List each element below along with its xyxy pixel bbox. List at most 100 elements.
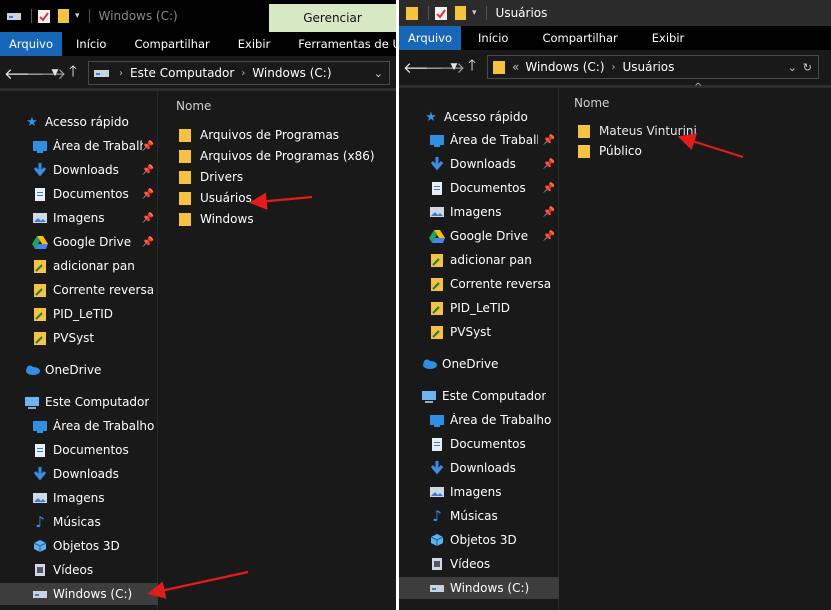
nav-onedrive[interactable]: OneDrive <box>24 359 158 381</box>
nav-item-folder[interactable]: adicionar pan <box>32 255 158 277</box>
up-arrow-icon[interactable]: 🡑 <box>461 55 483 80</box>
folder-item[interactable]: Arquivos de Programas <box>178 125 339 145</box>
manage-contextual-tab[interactable]: Gerenciar <box>269 4 396 32</box>
nav-item-music[interactable]: ♪ Músicas <box>32 511 158 533</box>
breadcrumb-item[interactable]: Windows (C:) <box>525 60 604 74</box>
pin-icon[interactable]: 📌 <box>142 237 154 248</box>
folder-item[interactable]: Drivers <box>178 167 243 187</box>
nav-item-documents[interactable]: Documentos 📌 <box>429 177 559 199</box>
folder-icon[interactable] <box>405 6 419 20</box>
nav-item-google-drive[interactable]: Google Drive 📌 <box>429 225 559 247</box>
nav-item-google-drive[interactable]: Google Drive 📌 <box>32 231 158 253</box>
tab-inicio[interactable]: Início <box>461 26 525 50</box>
pin-icon[interactable]: 📌 <box>142 165 154 176</box>
properties-icon[interactable] <box>434 6 448 21</box>
tab-arquivo[interactable]: Arquivo <box>399 26 462 50</box>
customize-toolbar-icon[interactable]: ▾ <box>472 8 477 18</box>
nav-item-folder[interactable]: PVSyst <box>32 327 158 349</box>
new-folder-icon[interactable] <box>56 8 70 24</box>
nav-item-downloads[interactable]: Downloads <box>32 463 158 485</box>
pin-icon[interactable]: 📌 <box>142 213 154 224</box>
back-arrow-icon[interactable]: 🡐 <box>403 58 443 77</box>
folder-item[interactable]: Mateus Vinturini <box>577 121 697 141</box>
nav-item-pictures[interactable]: Imagens <box>32 487 158 509</box>
recent-locations-chevron-icon[interactable]: ▼ <box>447 62 461 72</box>
tab-compartilhar[interactable]: Compartilhar <box>120 32 223 56</box>
nav-item-downloads[interactable]: Downloads <box>429 457 559 479</box>
desktop-icon <box>32 138 48 154</box>
nav-item-desktop[interactable]: Área de Trabalho 📌 <box>32 135 158 157</box>
nav-item-videos[interactable]: Vídeos <box>429 553 559 575</box>
tab-arquivo[interactable]: Arquivo <box>0 32 63 56</box>
nav-item-desktop[interactable]: Área de Trabalho <box>429 409 559 431</box>
nav-item-videos[interactable]: Vídeos <box>32 559 158 581</box>
nav-quick-access[interactable]: ★ Acesso rápido <box>423 106 559 128</box>
pin-icon[interactable]: 📌 <box>142 141 154 152</box>
nav-item-folder[interactable]: PID_LeTID <box>429 297 559 319</box>
nav-item-folder[interactable]: Corrente reversa <box>429 273 559 295</box>
customize-toolbar-icon[interactable]: ▾ <box>75 11 80 21</box>
breadcrumb-item[interactable]: Windows (C:) <box>252 66 331 80</box>
forward-arrow-icon[interactable]: 🡒 <box>26 64 66 83</box>
back-arrow-icon[interactable]: 🡐 <box>4 64 44 83</box>
nav-item-windows-drive[interactable]: Windows (C:) <box>399 577 559 599</box>
folder-item[interactable]: Windows <box>178 209 254 229</box>
address-bar[interactable]: › Este Computador › Windows (C:) ⌄ <box>88 61 390 85</box>
nav-item-downloads[interactable]: Downloads 📌 <box>429 153 559 175</box>
forward-arrow-icon[interactable]: 🡒 <box>425 58 465 77</box>
nav-quick-access[interactable]: ★ Acesso rápido <box>24 111 158 133</box>
nav-onedrive[interactable]: OneDrive <box>421 353 559 375</box>
tab-ferramentas[interactable]: Ferramentas de Unida <box>284 32 396 56</box>
pin-icon[interactable]: 📌 <box>543 231 555 242</box>
breadcrumb-item[interactable]: Este Computador <box>130 66 234 80</box>
address-bar[interactable]: « Windows (C:) › Usuários ⌄ ↻ <box>487 55 819 79</box>
nav-item-3d-objects[interactable]: Objetos 3D <box>429 529 559 551</box>
nav-item-3d-objects[interactable]: Objetos 3D <box>32 535 158 557</box>
pin-icon[interactable]: 📌 <box>543 207 555 218</box>
tab-compartilhar[interactable]: Compartilhar <box>525 26 634 50</box>
nav-item-pictures[interactable]: Imagens 📌 <box>429 201 559 223</box>
tab-inicio[interactable]: Início <box>62 32 120 56</box>
nav-item-folder[interactable]: PVSyst <box>429 321 559 343</box>
breadcrumb-overflow[interactable]: « <box>512 60 519 74</box>
nav-item-desktop[interactable]: Área de Trabalho <box>32 415 158 437</box>
nav-item-downloads[interactable]: Downloads 📌 <box>32 159 158 181</box>
up-arrow-icon[interactable]: 🡑 <box>62 61 84 86</box>
nav-item-folder[interactable]: Corrente reversa <box>32 279 158 301</box>
nav-item-pictures[interactable]: Imagens 📌 <box>32 207 158 229</box>
column-header-name[interactable]: Nome <box>574 96 609 110</box>
breadcrumb-chevron-icon[interactable]: › <box>119 68 123 79</box>
pin-icon[interactable]: 📌 <box>543 183 555 194</box>
nav-this-pc[interactable]: Este Computador <box>421 385 559 407</box>
pin-icon[interactable]: 📌 <box>543 135 555 146</box>
nav-this-pc[interactable]: Este Computador <box>24 391 158 413</box>
tab-exibir[interactable]: Exibir <box>635 26 702 50</box>
shortcut-folder-icon <box>32 282 48 298</box>
breadcrumb-item[interactable]: Usuários <box>623 60 675 74</box>
pin-icon[interactable]: 📌 <box>142 189 154 200</box>
pin-icon[interactable]: 📌 <box>543 159 555 170</box>
nav-item-documents[interactable]: Documentos 📌 <box>32 183 158 205</box>
nav-item-music[interactable]: ♪ Músicas <box>429 505 559 527</box>
column-header-name[interactable]: Nome <box>176 99 211 113</box>
new-folder-icon[interactable] <box>453 5 467 21</box>
refresh-icon[interactable]: ↻ <box>803 61 812 74</box>
nav-item-folder[interactable]: adicionar pan <box>429 249 559 271</box>
nav-item-pictures[interactable]: Imagens <box>429 481 559 503</box>
address-dropdown-icon[interactable]: ⌄ <box>374 67 383 80</box>
properties-icon[interactable] <box>37 9 51 24</box>
nav-item-desktop[interactable]: Área de Trabalho 📌 <box>429 129 559 151</box>
address-dropdown-icon[interactable]: ⌄ <box>788 61 797 74</box>
folder-item[interactable]: Arquivos de Programas (x86) <box>178 146 375 166</box>
folder-item[interactable]: Usuários <box>178 188 252 208</box>
nav-item-documents[interactable]: Documentos <box>429 433 559 455</box>
nav-item-windows-drive[interactable]: Windows (C:) <box>0 583 158 605</box>
nav-item-folder[interactable]: PID_LeTID <box>32 303 158 325</box>
nav-item-documents[interactable]: Documentos <box>32 439 158 461</box>
breadcrumb-chevron-icon[interactable]: › <box>241 68 245 79</box>
recent-locations-chevron-icon[interactable]: ▼ <box>48 68 62 78</box>
folder-item[interactable]: Público <box>577 141 642 161</box>
drive-icon[interactable] <box>6 10 22 22</box>
breadcrumb-chevron-icon[interactable]: › <box>612 62 616 73</box>
tab-exibir[interactable]: Exibir <box>224 32 285 56</box>
